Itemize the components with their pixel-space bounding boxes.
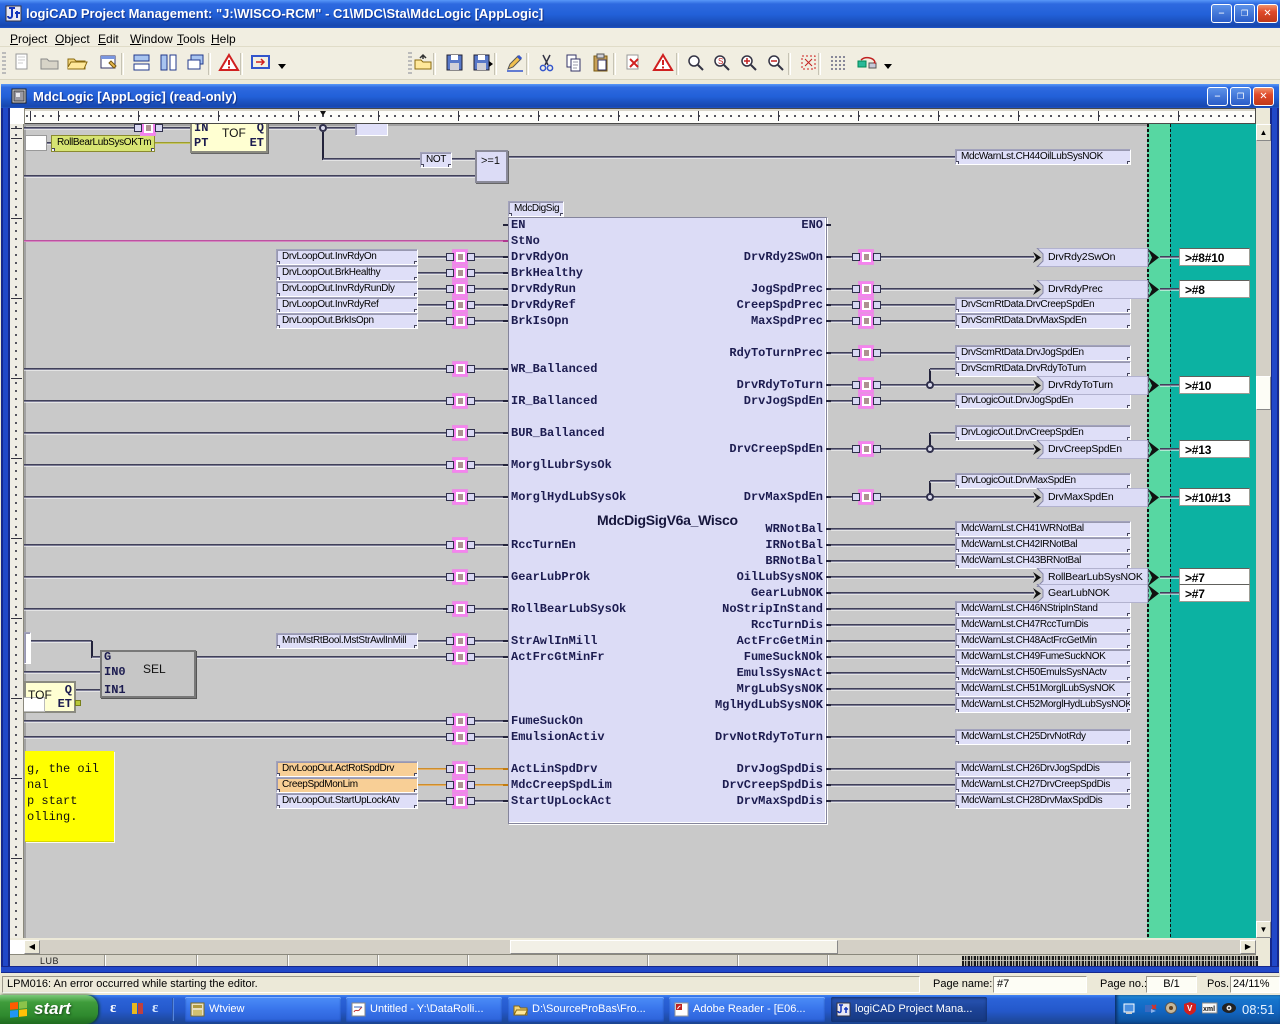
svg-text:xml: xml bbox=[1203, 1006, 1215, 1013]
svg-text:V: V bbox=[1187, 1004, 1193, 1013]
svg-text:S: S bbox=[718, 57, 723, 66]
